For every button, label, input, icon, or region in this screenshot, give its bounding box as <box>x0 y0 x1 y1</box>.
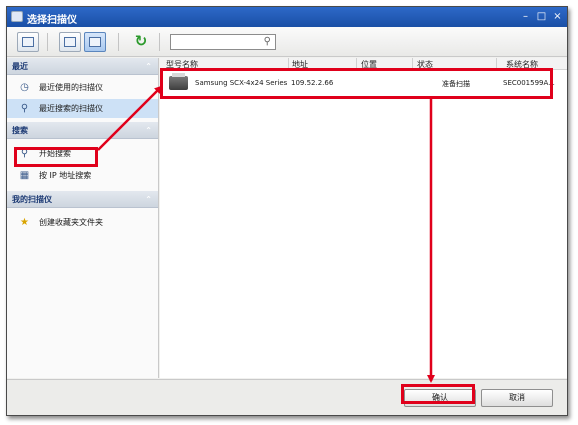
column-header-model[interactable]: 型号名称 <box>166 59 198 70</box>
column-divider[interactable] <box>496 58 497 70</box>
tile-view-icon <box>89 37 101 47</box>
sidebar-item-label: 按 IP 地址搜索 <box>39 171 92 180</box>
button-bar: 确认 取消 <box>7 379 567 415</box>
table-row[interactable]: Samsung SCX-4x24 Series 109.52.2.66 准备扫描… <box>160 71 558 95</box>
toolbar-divider <box>159 33 160 51</box>
cell-system-name: SEC001599A... <box>503 79 555 87</box>
section-title: 我的扫描仪 <box>12 195 52 204</box>
details-view-icon <box>64 37 76 47</box>
cell-model: Samsung SCX-4x24 Series <box>195 79 288 87</box>
maximize-button[interactable]: □ <box>535 10 548 23</box>
sidebar-item-recently-searched[interactable]: ⚲ 最近搜索的扫描仪 <box>7 99 158 118</box>
search-input[interactable] <box>171 35 257 49</box>
cell-status: 准备扫描 <box>442 80 470 88</box>
sidebar-item-recently-used[interactable]: ◷ 最近使用的扫描仪 <box>7 78 158 97</box>
sidebar-item-label: 创建收藏夹文件夹 <box>39 218 103 227</box>
list-view-button[interactable] <box>17 32 39 52</box>
section-title: 搜索 <box>12 126 28 135</box>
title-bar: 选择扫描仪 – □ × <box>7 7 567 27</box>
scanner-app-icon <box>11 11 23 22</box>
ok-button[interactable]: 确认 <box>404 389 476 407</box>
details-view-button[interactable] <box>59 32 81 52</box>
sidebar-item-label: 最近使用的扫描仪 <box>39 83 103 92</box>
magnifier-icon: ⚲ <box>20 148 29 159</box>
star-folder-icon: ★ <box>20 217 29 228</box>
column-divider[interactable] <box>288 58 289 70</box>
clock-icon: ◷ <box>20 82 29 93</box>
section-title: 最近 <box>12 62 28 71</box>
chevron-up-icon[interactable]: ⌃ <box>145 58 152 75</box>
toolbar: ↻ ⚲ <box>7 27 567 57</box>
close-button[interactable]: × <box>551 10 564 23</box>
sidebar-item-label: 最近搜索的扫描仪 <box>39 104 103 113</box>
minimize-button[interactable]: – <box>519 10 532 23</box>
column-divider[interactable] <box>356 58 357 70</box>
section-header-recent[interactable]: 最近 ⌃ <box>7 58 158 75</box>
chevron-up-icon[interactable]: ⌃ <box>145 122 152 139</box>
cancel-button[interactable]: 取消 <box>481 389 553 407</box>
sidebar-item-label: 开始搜索 <box>39 149 71 158</box>
sidebar-item-search-by-ip[interactable]: ▦ 按 IP 地址搜索 <box>7 166 158 185</box>
list-view-icon <box>22 37 34 47</box>
column-divider[interactable] <box>412 58 413 70</box>
ip-address-icon: ▦ <box>19 170 30 181</box>
section-header-search[interactable]: 搜索 ⌃ <box>7 122 158 139</box>
scanner-list: 型号名称 地址 位置 状态 系统名称 Samsung SCX-4x24 Seri… <box>160 58 567 378</box>
refresh-icon[interactable]: ↻ <box>133 33 149 49</box>
search-box: ⚲ <box>170 34 276 50</box>
scanner-dialog: 选择扫描仪 – □ × ↻ ⚲ 最近 ⌃ ◷ 最近使用的扫描仪 ⚲ 最近搜索的扫… <box>6 6 568 416</box>
search-history-icon: ⚲ <box>20 103 29 114</box>
sidebar-item-create-favorites[interactable]: ★ 创建收藏夹文件夹 <box>7 213 158 232</box>
column-header-location[interactable]: 位置 <box>361 59 377 70</box>
section-header-my-scanners[interactable]: 我的扫描仪 ⌃ <box>7 191 158 208</box>
sidebar-item-start-search[interactable]: ⚲ 开始搜索 <box>7 144 158 163</box>
toolbar-divider <box>118 33 119 51</box>
chevron-up-icon[interactable]: ⌃ <box>145 191 152 208</box>
tile-view-button[interactable] <box>84 32 106 52</box>
cell-address: 109.52.2.66 <box>291 79 334 87</box>
window-title: 选择扫描仪 <box>27 15 77 26</box>
toolbar-divider <box>47 33 48 51</box>
printer-icon <box>169 73 188 90</box>
sidebar: 最近 ⌃ ◷ 最近使用的扫描仪 ⚲ 最近搜索的扫描仪 搜索 ⌃ ⚲ 开始搜索 ▦… <box>7 58 159 378</box>
column-header-system-name[interactable]: 系统名称 <box>506 59 538 70</box>
column-header-status[interactable]: 状态 <box>417 59 433 70</box>
column-header-address[interactable]: 地址 <box>292 59 308 70</box>
column-headers: 型号名称 地址 位置 状态 系统名称 <box>160 58 567 70</box>
search-icon[interactable]: ⚲ <box>264 36 271 47</box>
